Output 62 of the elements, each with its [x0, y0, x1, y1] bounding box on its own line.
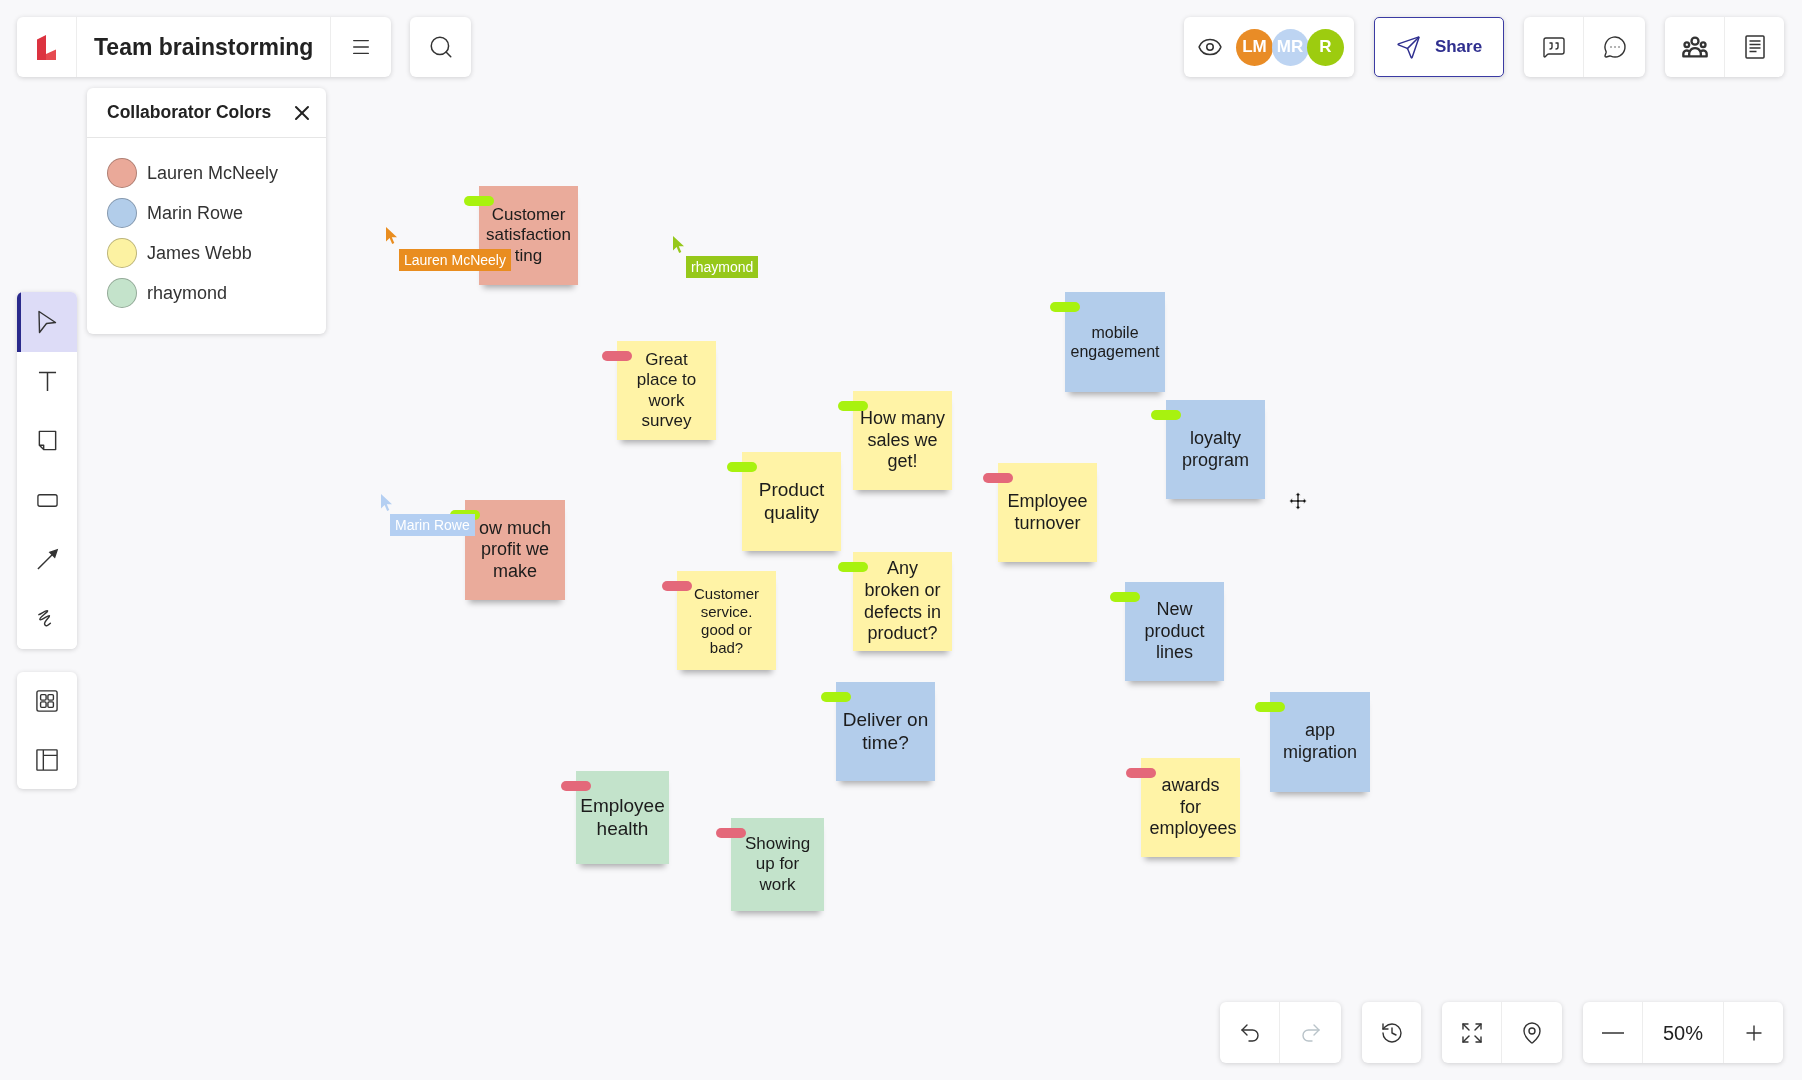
note-text: loyalty program [1181, 427, 1250, 472]
note-text: ow much profit we make [478, 517, 552, 583]
sticky-note[interactable]: New product lines [1125, 582, 1224, 681]
grid-icon [36, 690, 58, 713]
move-cursor-icon [1289, 492, 1307, 510]
minus-icon [1601, 1031, 1624, 1034]
note-text: Deliver on time? [842, 708, 929, 755]
note-text: app migration [1282, 720, 1358, 764]
sticky-note[interactable]: Great place to work survey [617, 341, 716, 440]
note-text: Showing up for work [743, 833, 812, 896]
share-button[interactable]: Share [1374, 17, 1504, 77]
cursor-arrow-icon [673, 236, 684, 253]
draw-tool[interactable] [17, 589, 77, 649]
history-button[interactable] [1362, 1002, 1421, 1063]
expand-icon [1459, 1020, 1484, 1045]
text-icon [37, 370, 57, 392]
sticky-note[interactable]: Employee turnover [998, 463, 1097, 562]
note-text: Great place to work survey [635, 349, 698, 432]
cursor-label: rhaymond [686, 256, 759, 278]
sticky-note[interactable]: app migration [1270, 692, 1370, 792]
collaborator-name: Lauren McNeely [147, 161, 279, 185]
arrow-icon [35, 548, 59, 572]
map-pin-icon [1520, 1020, 1544, 1045]
sticky-note[interactable]: Deliver on time? [836, 682, 935, 781]
collaborator-name: rhaymond [147, 281, 228, 305]
note-text: Any broken or defects in product? [862, 558, 942, 645]
logo-icon [37, 34, 56, 60]
sticky-note[interactable]: mobile engagement [1065, 292, 1165, 392]
note-text: Employee health [579, 794, 666, 841]
sticky-note[interactable]: Customer service. good or bad? [677, 571, 776, 670]
cursor-arrow-icon [386, 227, 397, 244]
cursor-label: Marin Rowe [390, 514, 475, 536]
note-text: Employee turnover [1006, 490, 1089, 535]
panel-title: Collaborator Colors [107, 101, 272, 125]
note-text-fragment: ting [514, 245, 543, 267]
quote-bubble-icon [1541, 35, 1566, 59]
history-icon [1379, 1020, 1404, 1045]
collaborator-name: James Webb [147, 241, 252, 265]
sticky-note[interactable]: loyalty program [1166, 400, 1265, 499]
panel-layout-icon [36, 748, 58, 771]
note-text: New product lines [1143, 599, 1206, 664]
chat-bubble-icon [1602, 35, 1627, 59]
select-tool[interactable] [17, 292, 77, 352]
note-text: mobile engagement [1069, 322, 1161, 362]
paper-plane-icon [1395, 34, 1421, 60]
document-icon [1744, 35, 1765, 59]
note-text: How many sales we get! [859, 408, 946, 473]
note-text: Product quality [757, 478, 826, 525]
cursor-label: Lauren McNeely [399, 249, 511, 271]
search-button[interactable] [410, 17, 471, 77]
sticky-note[interactable]: Product quality [742, 452, 841, 551]
sticky-note[interactable]: Employee health [576, 771, 669, 864]
pointer-icon [37, 309, 57, 334]
collaborator-name: Marin Rowe [147, 201, 244, 225]
sticky-note[interactable]: Any broken or defects in product? [853, 552, 952, 651]
document-title[interactable]: Team brainstorming [94, 29, 314, 65]
cursor-arrow-icon [381, 494, 392, 511]
sticky-note[interactable]: Showing up for work [731, 818, 824, 911]
zoom-level[interactable]: 50% [1643, 1002, 1724, 1063]
note-text: Customer service. good or bad? [693, 584, 760, 657]
sticky-note[interactable]: awards for employees [1141, 758, 1240, 857]
sticky-note[interactable]: How many sales we get! [853, 391, 952, 490]
